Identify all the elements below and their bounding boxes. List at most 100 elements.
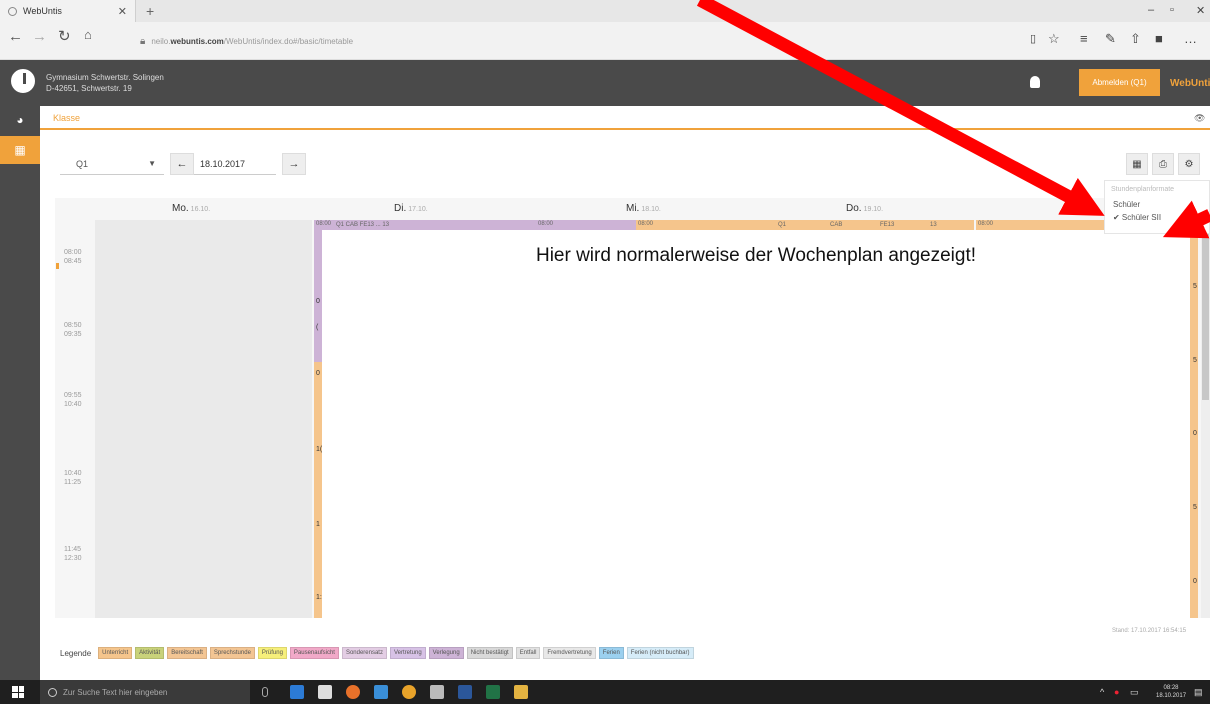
legend-item: Sonderensatz bbox=[341, 647, 387, 659]
hub-icon[interactable]: ≡ bbox=[1080, 31, 1088, 46]
cortana-circle-icon bbox=[48, 687, 57, 697]
time-end: 11:25 bbox=[64, 479, 81, 486]
window-close-button[interactable]: ✕ bbox=[1196, 4, 1205, 17]
app-header bbox=[0, 60, 1210, 106]
url-path: /WebUntis/index.do#/basic/timetable bbox=[223, 37, 354, 46]
time-slot: 08:50 09:35 bbox=[64, 321, 82, 339]
extension-icon[interactable]: ■ bbox=[1155, 31, 1163, 46]
legend-item: Aktivität bbox=[135, 647, 165, 659]
monday-column bbox=[95, 220, 312, 618]
firefox-icon[interactable] bbox=[346, 685, 360, 699]
prev-week-button[interactable]: ← bbox=[170, 153, 194, 175]
window-maximize-button[interactable]: ▫ bbox=[1170, 4, 1174, 16]
share-icon[interactable]: ⇧ bbox=[1130, 31, 1141, 47]
time-slot: 09:55 10:40 bbox=[64, 391, 82, 409]
timetable-format-menu: Stundenplanformate Schüler ✔ Schüler SII bbox=[1104, 180, 1210, 234]
edge-number: 0 bbox=[1193, 578, 1197, 585]
logout-button[interactable]: Abmelden (Q1) bbox=[1079, 69, 1160, 96]
legend-item: Fremdvertretung bbox=[543, 647, 596, 659]
day-date: 20.1 bbox=[1083, 206, 1098, 213]
windows-start-icon[interactable] bbox=[12, 686, 24, 698]
legend-item: Unterricht bbox=[98, 647, 133, 659]
scrollbar-thumb[interactable] bbox=[1202, 230, 1209, 400]
address-field[interactable]: 🔒︎ neilo.webuntis.com/WebUntis/index.do#… bbox=[140, 36, 353, 47]
settings-gear-icon[interactable]: ⚙ bbox=[1178, 153, 1200, 175]
tab-klasse[interactable]: Klasse bbox=[53, 113, 80, 123]
window-minimize-button[interactable]: – bbox=[1148, 4, 1154, 16]
calendar-view-icon[interactable]: ▦ bbox=[1126, 153, 1148, 175]
file-explorer-icon[interactable] bbox=[374, 685, 388, 699]
edge-browser-icon[interactable] bbox=[290, 685, 304, 699]
time-start: 09:55 bbox=[64, 392, 82, 399]
day-name: Mo. bbox=[172, 203, 189, 214]
legend-item: Verlegung bbox=[428, 647, 464, 659]
timetable-placeholder bbox=[322, 230, 1190, 618]
back-arrow-icon[interactable]: ← bbox=[8, 28, 23, 45]
edge-mark: ( bbox=[316, 324, 319, 331]
lesson-subject: CAB bbox=[830, 222, 843, 228]
browser-titlebar bbox=[0, 0, 1210, 22]
lesson-time: 08:00 bbox=[638, 221, 654, 227]
day-name: Mi. bbox=[626, 203, 640, 214]
date-field[interactable]: 18.10.2017 bbox=[194, 153, 276, 175]
next-week-button[interactable]: → bbox=[282, 153, 306, 175]
more-icon[interactable]: … bbox=[1184, 31, 1197, 46]
lock-icon: 🔒︎ bbox=[140, 36, 146, 47]
notifications-icon[interactable]: ▤ bbox=[1194, 687, 1203, 698]
webuntis-favicon-icon bbox=[8, 6, 17, 16]
edge-mark: 1 bbox=[316, 521, 320, 528]
reading-view-icon[interactable]: ▯ bbox=[1030, 32, 1036, 45]
edge-mark: 0 bbox=[316, 370, 320, 377]
lesson-class: Q1 bbox=[778, 222, 787, 228]
menu-item-schueler-sii[interactable]: ✔ Schüler SII bbox=[1105, 211, 1209, 224]
menu-item-schueler[interactable]: Schüler bbox=[1105, 198, 1209, 211]
tab-close-icon[interactable]: ✕ bbox=[118, 5, 127, 18]
taskbar-search[interactable]: Zur Suche Text hier eingeben bbox=[40, 680, 250, 704]
lesson-block[interactable] bbox=[314, 362, 322, 618]
favorite-star-icon[interactable]: ☆ bbox=[1048, 31, 1060, 47]
notes-icon[interactable]: ✎ bbox=[1105, 31, 1116, 47]
day-header-tue: Di. 17.10. bbox=[394, 203, 428, 214]
folder-icon[interactable] bbox=[514, 685, 528, 699]
tray-chevron-icon[interactable]: ^ bbox=[1100, 687, 1104, 697]
taskbar-clock[interactable]: 08:28 18.10.2017 bbox=[1156, 684, 1186, 700]
class-select[interactable]: Q1 ▼ bbox=[60, 153, 164, 175]
user-icon[interactable] bbox=[1030, 76, 1040, 88]
day-header-wed: Mi. 18.10. bbox=[626, 203, 661, 214]
network-icon[interactable]: ▭ bbox=[1130, 687, 1139, 698]
time-start: 08:50 bbox=[64, 322, 82, 329]
refresh-icon[interactable]: ↻ bbox=[58, 27, 71, 45]
word-icon[interactable] bbox=[458, 685, 472, 699]
home-icon[interactable]: ⌂ bbox=[84, 27, 92, 42]
legend-item: Ferien bbox=[598, 647, 624, 659]
legend-item: Vertretung bbox=[389, 647, 426, 659]
legend-item: Prüfung bbox=[257, 647, 287, 659]
day-header-mon: Mo. 16.10. bbox=[172, 203, 210, 214]
calendar-app-icon[interactable] bbox=[430, 685, 444, 699]
calendar-icon[interactable]: ▦ bbox=[0, 136, 40, 164]
school-address: D-42651, Schwertstr. 19 bbox=[46, 84, 132, 93]
dashboard-icon[interactable]: ◕ bbox=[0, 106, 40, 134]
browser-tab[interactable]: WebUntis ✕ bbox=[0, 0, 136, 22]
search-placeholder: Zur Suche Text hier eingeben bbox=[63, 687, 168, 697]
class-select-value: Q1 bbox=[76, 158, 89, 169]
url-text: neilo.webuntis.com/WebUntis/index.do#/ba… bbox=[151, 37, 353, 46]
menu-header: Stundenplanformate bbox=[1111, 186, 1175, 193]
lesson-time: 08:00 bbox=[538, 221, 554, 227]
print-icon[interactable]: ⎙ bbox=[1152, 153, 1174, 175]
chrome-icon[interactable] bbox=[402, 685, 416, 699]
forward-arrow-icon[interactable]: → bbox=[32, 28, 47, 45]
placeholder-message: Hier wird normalerweise der Wochenplan a… bbox=[535, 245, 977, 266]
microphone-icon[interactable] bbox=[262, 687, 268, 697]
day-date: 17.10. bbox=[408, 206, 428, 213]
day-header-thu: Do. 19.10. bbox=[846, 203, 883, 214]
new-tab-button[interactable]: + bbox=[146, 3, 154, 19]
store-icon[interactable] bbox=[318, 685, 332, 699]
excel-icon[interactable] bbox=[486, 685, 500, 699]
lesson-room: 13 bbox=[930, 222, 937, 228]
tray-app-icon[interactable]: ● bbox=[1114, 687, 1119, 697]
eye-icon[interactable]: 👁︎ bbox=[1194, 113, 1205, 124]
day-date: 16.10. bbox=[190, 206, 211, 213]
time-slot: 10:40 11:25 bbox=[64, 469, 82, 487]
day-date: 19.10. bbox=[863, 206, 884, 213]
